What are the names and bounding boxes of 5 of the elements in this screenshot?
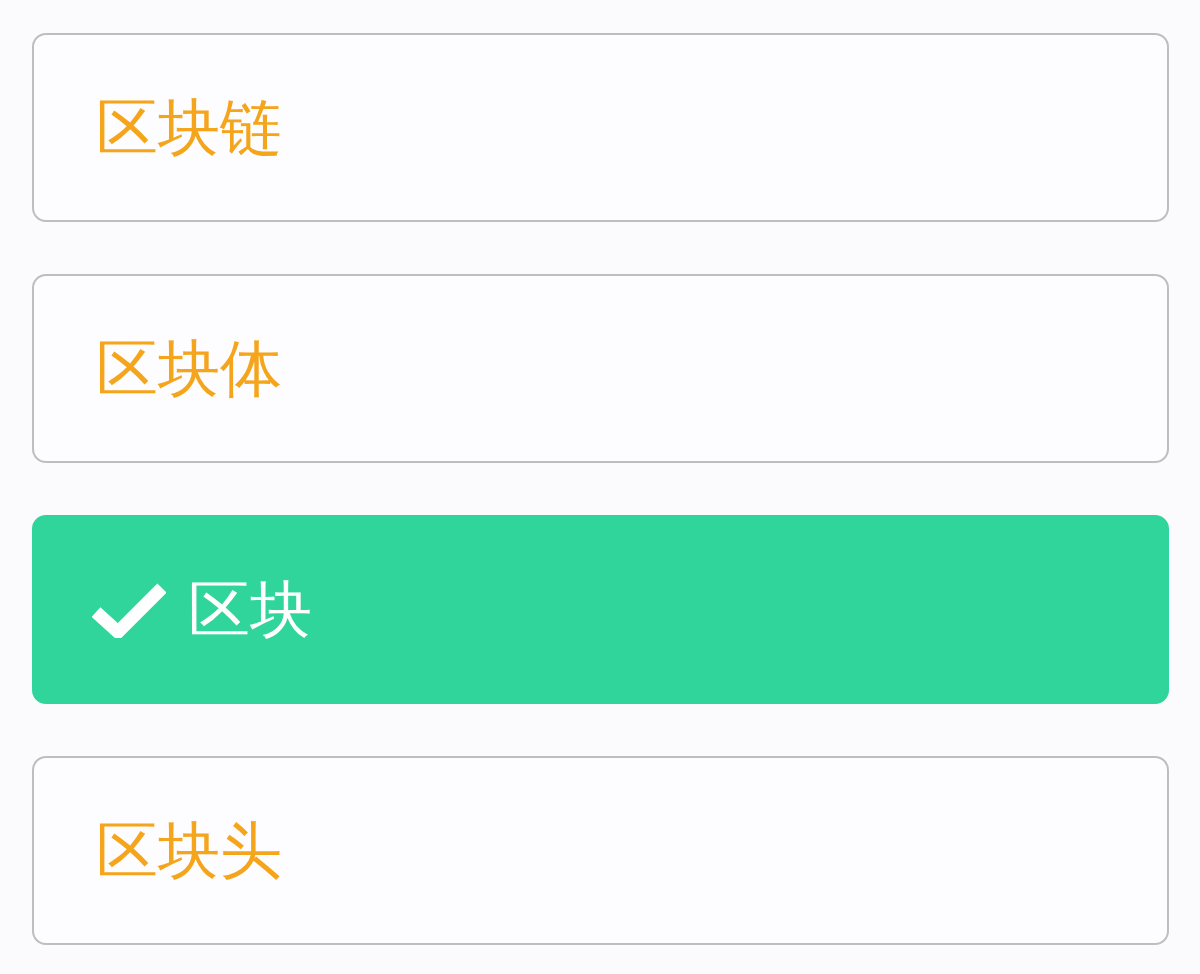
answer-option[interactable]: 区块头	[32, 756, 1169, 945]
answer-option[interactable]: 区块链	[32, 33, 1169, 222]
answer-option[interactable]: 区块体	[32, 274, 1169, 463]
check-icon	[92, 581, 166, 638]
answer-option[interactable]: 区块	[32, 515, 1169, 704]
